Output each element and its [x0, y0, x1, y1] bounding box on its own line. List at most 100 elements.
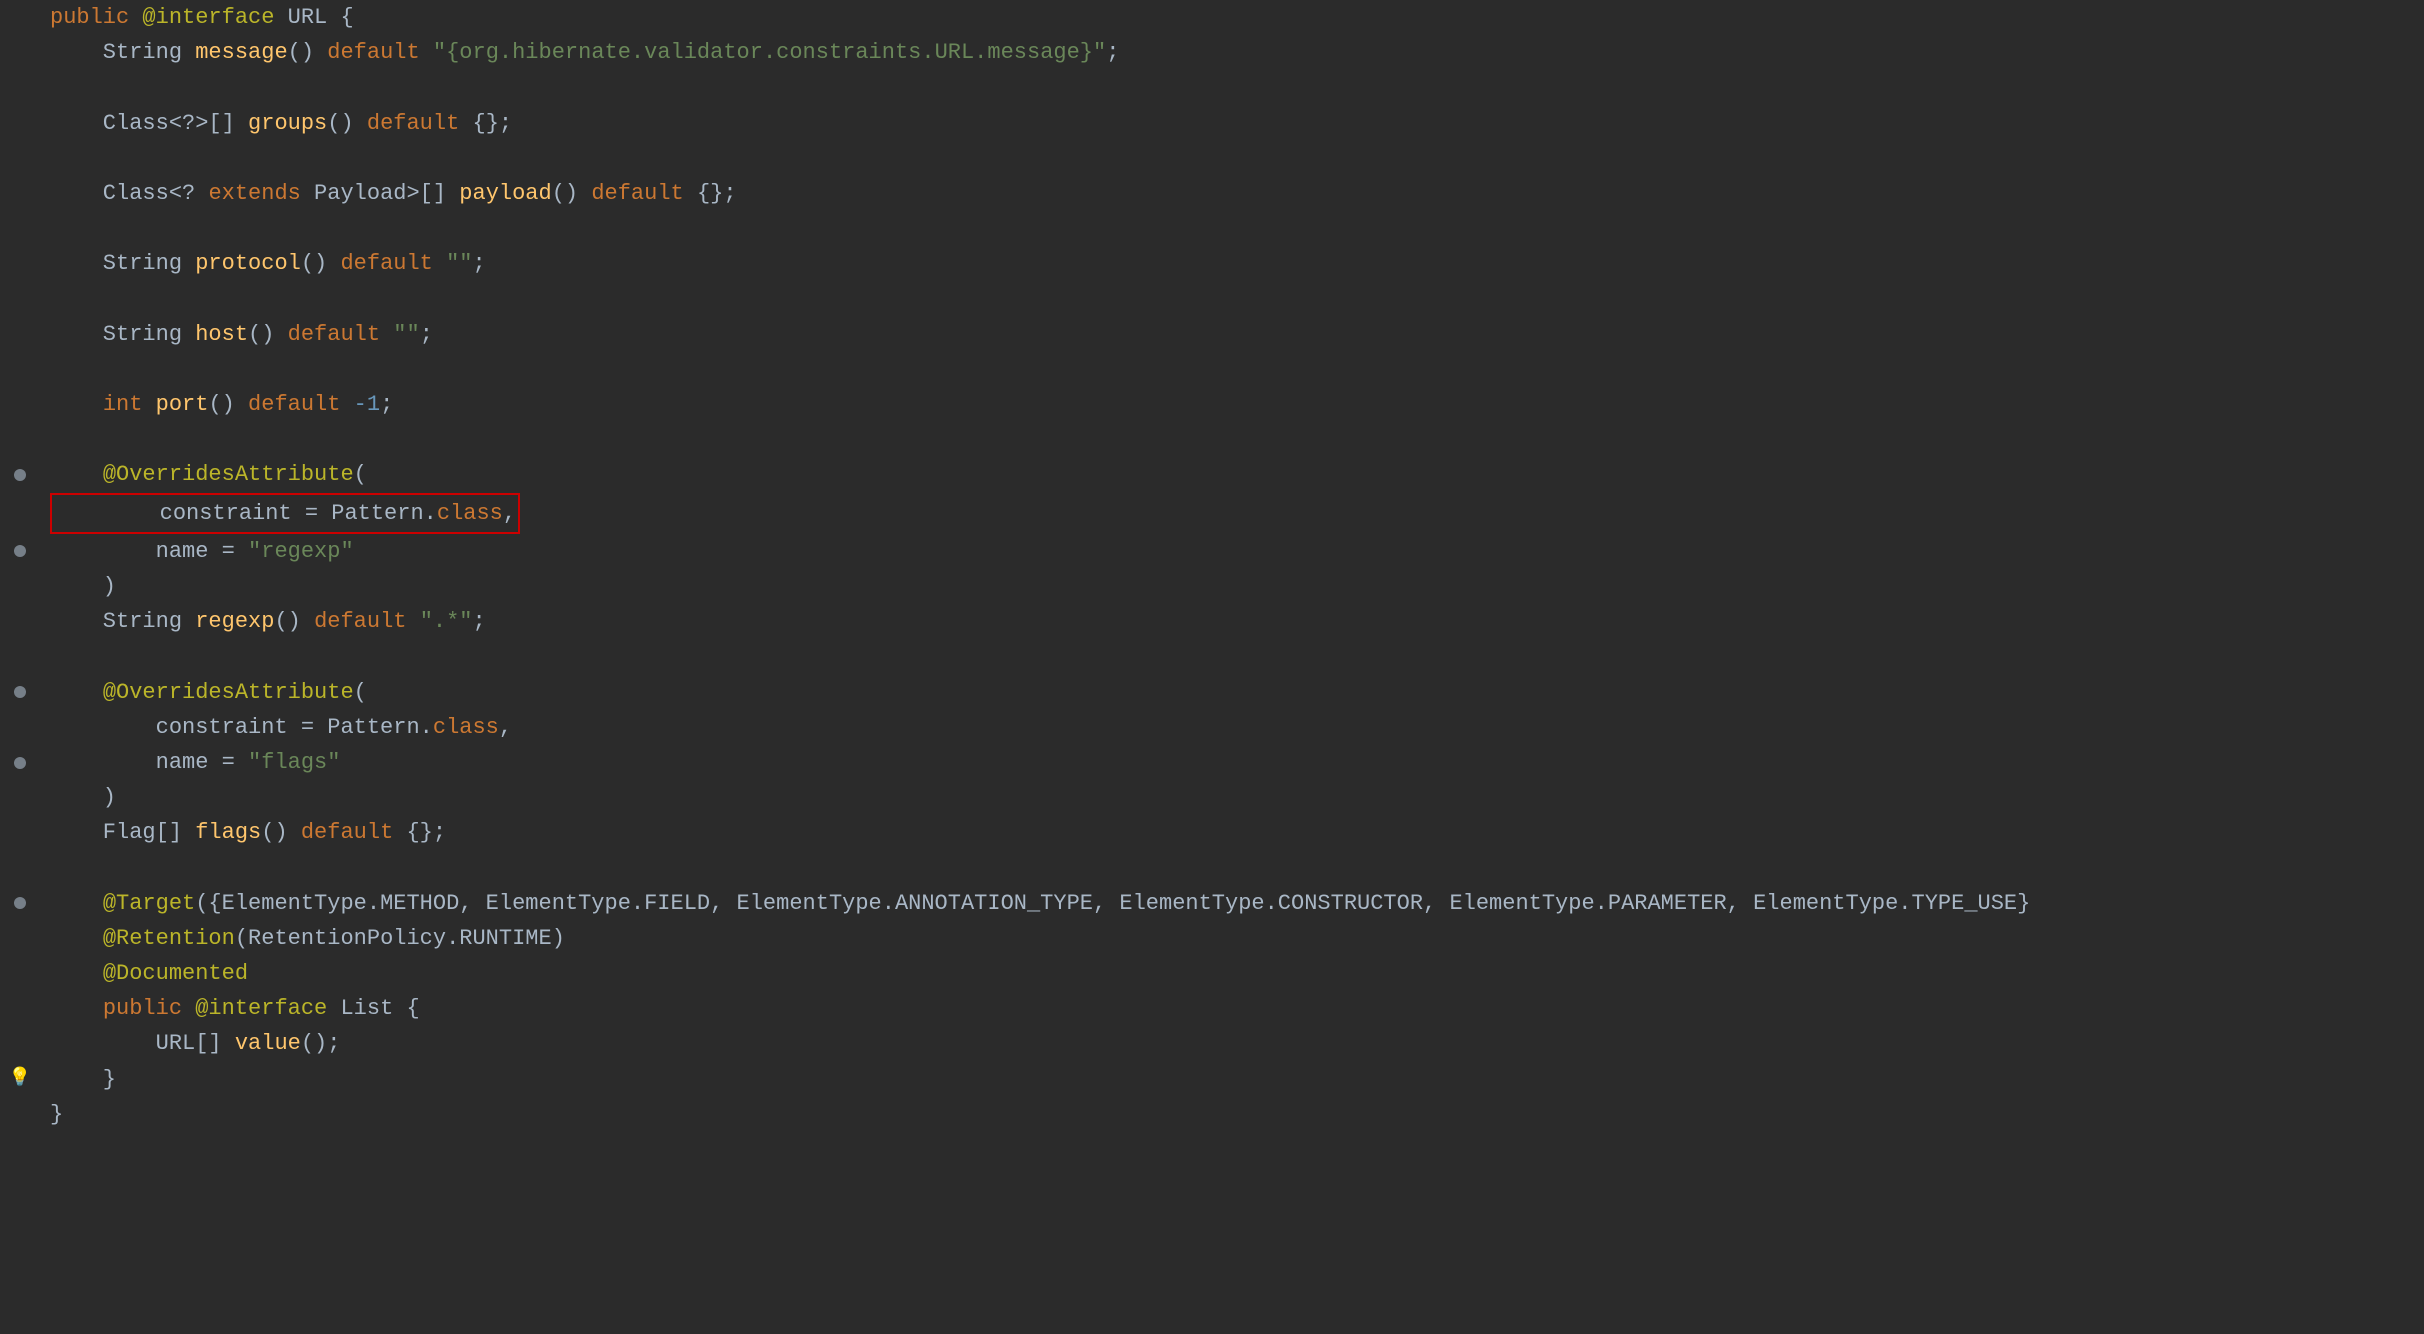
code-token: } [50, 1062, 116, 1097]
code-line: @Retention(RetentionPolicy.RUNTIME) [40, 921, 2424, 956]
code-token: URL { [274, 0, 353, 35]
code-token: () [248, 317, 288, 352]
code-token: String [50, 317, 195, 352]
code-token: "regexp" [248, 534, 354, 569]
code-line: constraint = Pattern.class, [40, 710, 2424, 745]
code-token: (RetentionPolicy.RUNTIME) [235, 921, 565, 956]
code-token: class [433, 710, 499, 745]
lightbulb-icon[interactable]: 💡 [9, 1065, 31, 1094]
code-token: public [103, 991, 182, 1026]
code-line [40, 211, 2424, 246]
breakpoint-dot-icon[interactable] [14, 469, 26, 481]
code-line: int port() default -1; [40, 387, 2424, 422]
code-token: default [340, 246, 432, 281]
code-line: public @interface URL { [40, 0, 2424, 35]
code-token [433, 246, 446, 281]
code-token: ".*" [420, 604, 473, 639]
code-token: () [208, 387, 248, 422]
code-token: ( [354, 457, 367, 492]
code-token: Class<? [50, 176, 208, 211]
code-token: default [314, 604, 406, 639]
code-token: @interface [195, 991, 327, 1026]
code-token [380, 317, 393, 352]
code-token: message [195, 35, 287, 70]
code-token: () [301, 246, 341, 281]
code-token: name = [50, 745, 248, 780]
code-token: {}; [393, 815, 446, 850]
code-token: extends [208, 176, 300, 211]
code-line: } [40, 1097, 2424, 1132]
code-line: public @interface List { [40, 991, 2424, 1026]
code-token: int [103, 387, 143, 422]
code-line [40, 352, 2424, 387]
code-token: public [50, 0, 142, 35]
code-token: () [552, 176, 592, 211]
code-token [182, 991, 195, 1026]
code-line: ) [40, 569, 2424, 604]
code-token: {}; [459, 106, 512, 141]
breakpoint-dot-icon[interactable] [14, 686, 26, 698]
code-token: default [367, 106, 459, 141]
code-token: @OverridesAttribute [103, 675, 354, 710]
code-token: protocol [195, 246, 301, 281]
code-token: @Retention [103, 921, 235, 956]
code-token: {}; [684, 176, 737, 211]
code-line: String regexp() default ".*"; [40, 604, 2424, 639]
code-line: @OverridesAttribute( [40, 457, 2424, 492]
code-token: flags [195, 815, 261, 850]
code-token [50, 675, 103, 710]
code-content: public @interface URL { String message()… [40, 0, 2424, 1132]
code-token: } [50, 1097, 63, 1132]
code-token: () [327, 106, 367, 141]
code-line [40, 141, 2424, 176]
code-line: @Documented [40, 956, 2424, 991]
code-token: String [50, 246, 195, 281]
code-line: Class<?>[] groups() default {}; [40, 106, 2424, 141]
code-line: @OverridesAttribute( [40, 675, 2424, 710]
code-token: name = [50, 534, 248, 569]
code-token: constraint = Pattern. [54, 501, 437, 526]
code-line [40, 422, 2424, 457]
code-line: Flag[] flags() default {}; [40, 815, 2424, 850]
code-token: "{org.hibernate.validator.constraints.UR… [433, 35, 1106, 70]
code-token: groups [248, 106, 327, 141]
code-token: ; [473, 246, 486, 281]
code-token: , [503, 501, 516, 526]
code-token: ({ElementType.METHOD, ElementType.FIELD,… [195, 886, 2030, 921]
code-line [40, 282, 2424, 317]
code-token [50, 387, 103, 422]
code-token: ; [473, 604, 486, 639]
code-token [50, 457, 103, 492]
code-token: "flags" [248, 745, 340, 780]
code-token [340, 387, 353, 422]
code-line: String message() default "{org.hibernate… [40, 35, 2424, 70]
code-token: Class<?>[] [50, 106, 248, 141]
code-token: default [301, 815, 393, 850]
code-line: URL[] value(); [40, 1026, 2424, 1061]
code-line: @Target({ElementType.METHOD, ElementType… [40, 886, 2424, 921]
code-token: "" [393, 317, 419, 352]
breakpoint-dot-icon[interactable] [14, 897, 26, 909]
code-token: @Target [103, 886, 195, 921]
code-token: ; [420, 317, 433, 352]
code-line: String protocol() default ""; [40, 246, 2424, 281]
breakpoint-dot-icon[interactable] [14, 545, 26, 557]
code-token: ) [50, 569, 116, 604]
code-token: ; [380, 387, 393, 422]
code-token: regexp [195, 604, 274, 639]
code-token: @Documented [103, 956, 248, 991]
code-token [50, 991, 103, 1026]
code-token: constraint = Pattern. [50, 710, 433, 745]
breakpoint-dot-icon[interactable] [14, 757, 26, 769]
code-token: host [195, 317, 248, 352]
code-token: (); [301, 1026, 341, 1061]
code-editor: public @interface URL { String message()… [0, 0, 2424, 1334]
code-token: () [274, 604, 314, 639]
code-token [50, 921, 103, 956]
code-token: value [235, 1026, 301, 1061]
code-token: Flag[] [50, 815, 195, 850]
code-token [142, 387, 155, 422]
code-token: ( [354, 675, 367, 710]
code-line: Class<? extends Payload>[] payload() def… [40, 176, 2424, 211]
code-token: URL[] [50, 1026, 235, 1061]
